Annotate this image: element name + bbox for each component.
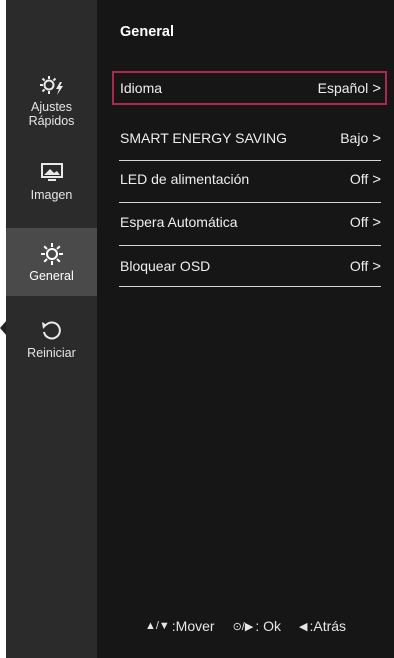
chevron-right-icon: >	[372, 129, 381, 147]
menu-item-value: Bajo >	[340, 130, 381, 147]
menu-item-value: Español >	[318, 80, 381, 97]
divider	[119, 245, 381, 246]
osd-window: Ajustes Rápidos Imagen General Reiniciar…	[6, 0, 394, 658]
quick-settings-icon	[38, 72, 66, 98]
menu-item-idioma[interactable]: Idioma Español >	[112, 71, 387, 105]
menu-item-value-text: Off	[349, 258, 369, 274]
hint-back-label: :Atrás	[309, 618, 347, 634]
divider	[119, 286, 381, 287]
menu-item-value: Off >	[350, 171, 381, 188]
hint-back: ◀ :Atrás	[299, 618, 346, 634]
sidebar-item-quick-settings[interactable]: Ajustes Rápidos	[6, 72, 97, 142]
page-title: General	[120, 24, 174, 40]
chevron-right-icon: >	[372, 79, 381, 97]
sidebar-item-label: Imagen	[30, 188, 73, 202]
sidebar-item-image[interactable]: Imagen	[6, 160, 97, 210]
reset-icon	[38, 318, 66, 344]
menu-item-label: Espera Automática	[120, 214, 238, 230]
menu-item-value-text: Bajo	[340, 130, 369, 146]
main-panel: General Idioma Español > SMART ENERGY SA…	[97, 0, 394, 658]
sidebar-item-reset[interactable]: Reiniciar	[6, 318, 97, 368]
sidebar: Ajustes Rápidos Imagen General Reiniciar	[6, 0, 97, 658]
hint-move: ▲/▼ :Mover	[145, 618, 215, 634]
menu-item-label: SMART ENERGY SAVING	[120, 130, 288, 146]
menu-item-label: Idioma	[120, 80, 163, 96]
menu-item-smart-energy-saving[interactable]: SMART ENERGY SAVING Bajo >	[112, 121, 387, 155]
divider	[119, 202, 381, 203]
menu-item-value-text: Español	[317, 80, 369, 96]
chevron-right-icon: >	[372, 257, 381, 275]
footer-hints: ▲/▼ :Mover ⊙/▶ : Ok ◀ :Atrás	[97, 618, 394, 634]
hint-ok-label: : Ok	[255, 618, 281, 634]
hint-move-label: :Mover	[171, 618, 215, 634]
sidebar-item-label-line2: Rápidos	[28, 114, 75, 128]
left-arrow-icon: ◀	[299, 620, 308, 633]
menu-item-label: LED de alimentación	[120, 171, 250, 187]
picture-icon	[38, 160, 66, 186]
chevron-right-icon: >	[372, 170, 381, 188]
chevron-right-icon: >	[372, 213, 381, 231]
hint-ok: ⊙/▶ : Ok	[233, 618, 281, 634]
sidebar-item-general[interactable]: General	[6, 228, 97, 296]
menu-item-label: Bloquear OSD	[120, 258, 211, 274]
sidebar-item-label: Reiniciar	[27, 346, 76, 360]
menu-item-bloquear-osd[interactable]: Bloquear OSD Off >	[112, 249, 387, 283]
divider	[119, 160, 381, 161]
menu-item-value: Off >	[350, 258, 381, 275]
menu-item-led[interactable]: LED de alimentación Off >	[112, 162, 387, 196]
menu-item-value-text: Off	[349, 214, 369, 230]
menu-item-value: Off >	[350, 214, 381, 231]
sidebar-item-label: Ajustes	[31, 100, 72, 114]
sidebar-item-label: General	[29, 269, 74, 283]
menu-item-espera-automatica[interactable]: Espera Automática Off >	[112, 205, 387, 239]
joystick-ok-icon: ⊙/▶	[232, 620, 254, 633]
up-down-arrows-icon: ▲/▼	[144, 620, 170, 632]
menu-item-value-text: Off	[349, 171, 369, 187]
gear-icon	[38, 241, 66, 267]
